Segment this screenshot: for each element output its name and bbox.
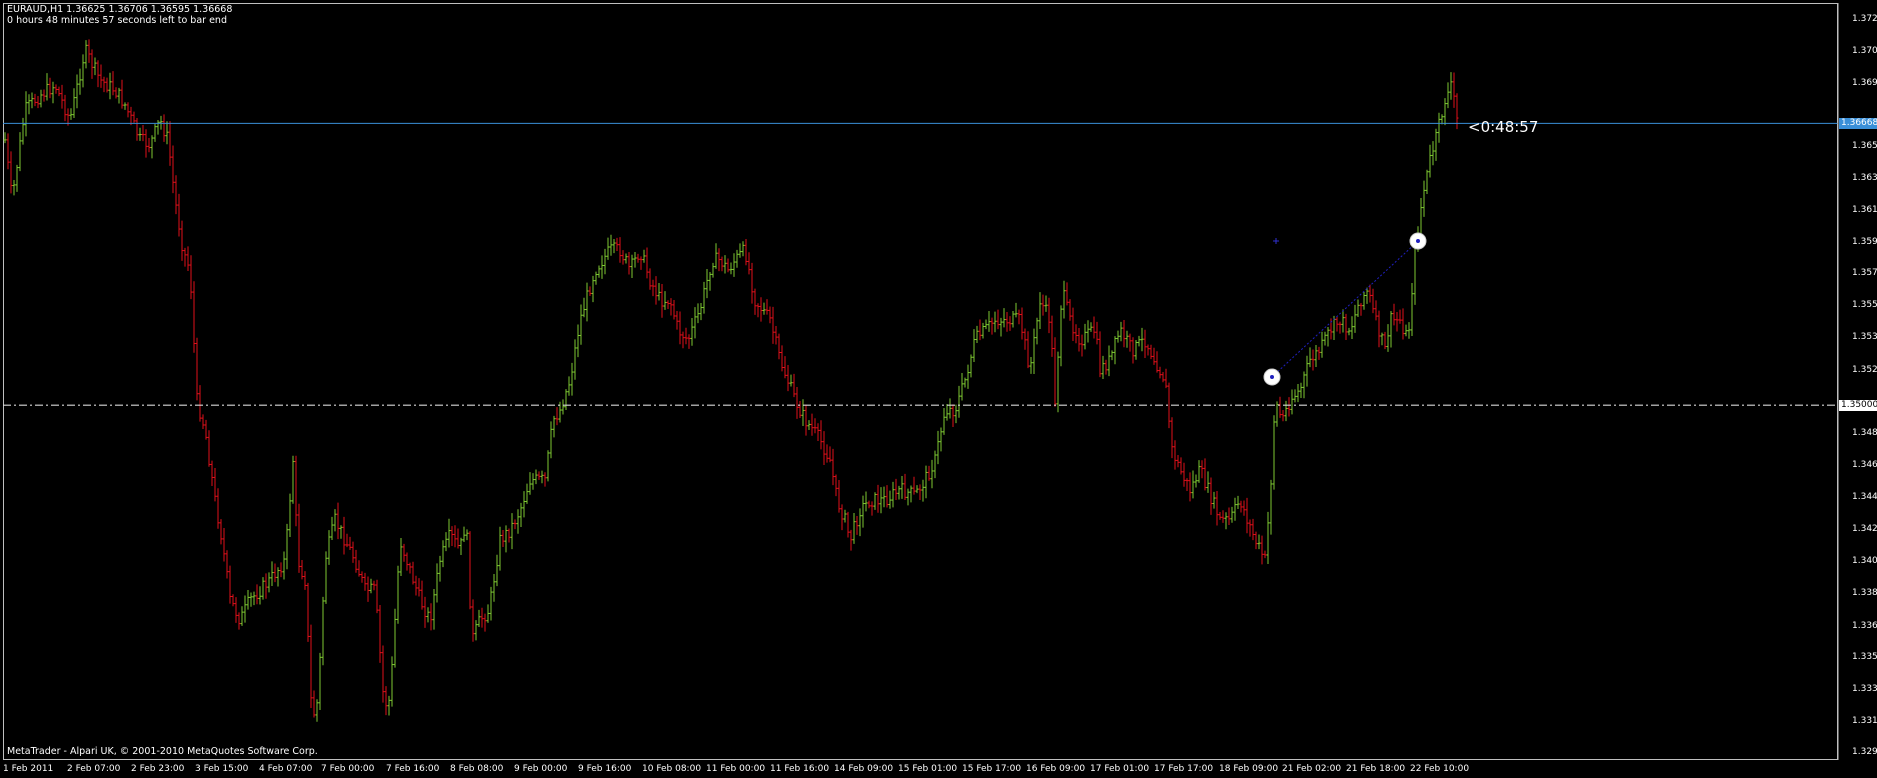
time-tick: 17 Feb 01:00	[1090, 764, 1150, 774]
price-tick: 1.34830	[1852, 427, 1877, 438]
price-tick: 1.36530	[1852, 140, 1877, 151]
time-tick: 11 Feb 16:00	[770, 764, 830, 774]
time-tick: 15 Feb 17:00	[962, 764, 1022, 774]
copyright-text: MetaTrader - Alpari UK, © 2001-2010 Meta…	[7, 746, 318, 757]
level-price-tag: 1.35000	[1839, 400, 1877, 412]
crosshair-marker	[1273, 238, 1279, 244]
price-tick: 1.33125	[1852, 715, 1877, 726]
time-tick: 2 Feb 23:00	[131, 764, 185, 774]
time-tick: 21 Feb 18:00	[1346, 764, 1406, 774]
price-tick: 1.37090	[1852, 46, 1877, 57]
time-tick: 11 Feb 00:00	[706, 764, 766, 774]
chart-window[interactable]: EURAUD,H1 1.36625 1.36706 1.36595 1.3666…	[0, 0, 1877, 778]
time-tick: 16 Feb 09:00	[1026, 764, 1086, 774]
price-tick: 1.36150	[1852, 204, 1877, 215]
price-tick: 1.35395	[1852, 332, 1877, 343]
price-tick: 1.35960	[1852, 237, 1877, 247]
price-tick: 1.37280	[1852, 14, 1877, 24]
time-tick: 7 Feb 16:00	[386, 764, 440, 774]
price-bars	[3, 39, 1459, 722]
time-tick: 3 Feb 15:00	[195, 764, 249, 774]
time-tick: 7 Feb 00:00	[321, 764, 375, 774]
time-tick: 8 Feb 08:00	[450, 764, 504, 774]
price-tick: 1.34070	[1852, 556, 1877, 567]
time-tick: 15 Feb 01:00	[898, 764, 958, 774]
price-tick: 1.33690	[1852, 620, 1877, 631]
anchor-dot	[1270, 375, 1274, 379]
price-chart[interactable]	[0, 0, 1877, 778]
bar-countdown-label: <0:48:57	[1468, 118, 1539, 136]
bar-countdown-text: 0 hours 48 minutes 57 seconds left to ba…	[7, 15, 227, 26]
price-tick: 1.33505	[1852, 651, 1877, 662]
price-tick: 1.35775	[1852, 268, 1877, 279]
price-tick: 1.36900	[1852, 78, 1877, 89]
anchor-dot	[1416, 239, 1420, 243]
symbol-info: EURAUD,H1 1.36625 1.36706 1.36595 1.3666…	[7, 4, 233, 15]
price-tick: 1.32940	[1852, 747, 1877, 758]
trendline-anchor-a[interactable]	[1263, 368, 1281, 386]
price-tick: 1.34450	[1852, 492, 1877, 503]
time-tick: 10 Feb 08:00	[642, 764, 702, 774]
time-tick: 21 Feb 02:00	[1282, 764, 1342, 774]
price-tick: 1.35585	[1852, 300, 1877, 311]
price-tick: 1.36340	[1852, 172, 1877, 183]
time-tick: 9 Feb 00:00	[514, 764, 568, 774]
time-tick: 22 Feb 10:00	[1410, 764, 1470, 774]
time-tick: 9 Feb 16:00	[578, 764, 632, 774]
trend-line[interactable]	[1271, 240, 1419, 378]
time-tick: 18 Feb 09:00	[1219, 764, 1279, 774]
price-tick: 1.34640	[1852, 460, 1877, 471]
time-tick: 4 Feb 07:00	[259, 764, 313, 774]
price-tick: 1.34260	[1852, 524, 1877, 535]
time-tick: 14 Feb 09:00	[834, 764, 894, 774]
time-tick: 17 Feb 17:00	[1154, 764, 1214, 774]
price-tick: 1.33880	[1852, 588, 1877, 599]
price-tick: 1.33315	[1852, 683, 1877, 694]
bid-price-tag: 1.36668	[1839, 118, 1877, 130]
price-tick: 1.35205	[1852, 364, 1877, 375]
time-tick: 1 Feb 2011	[3, 764, 54, 774]
time-tick: 2 Feb 07:00	[67, 764, 121, 774]
trendline-anchor-b[interactable]	[1409, 232, 1427, 250]
